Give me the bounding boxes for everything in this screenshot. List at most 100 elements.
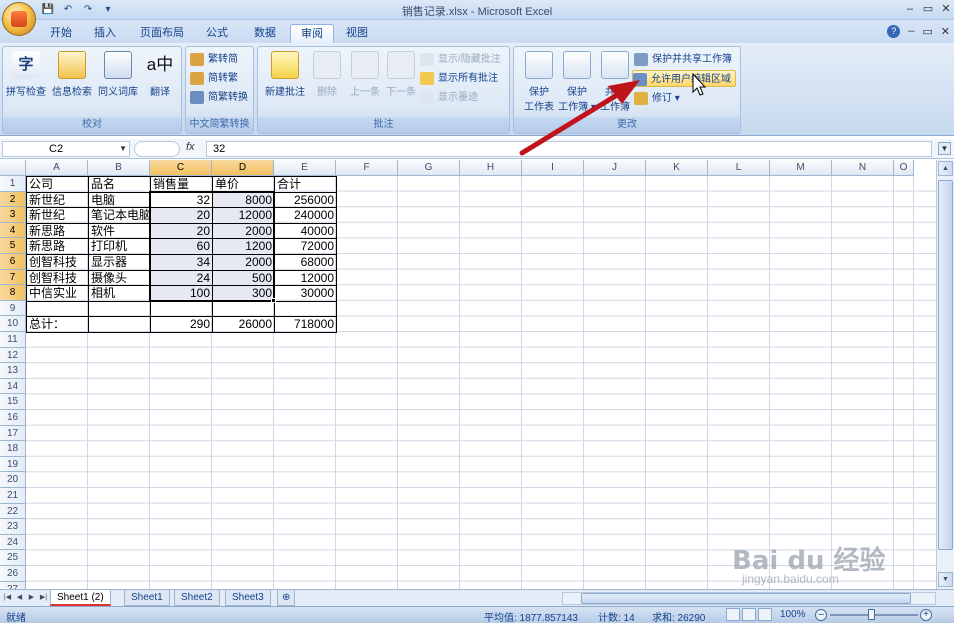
cell-a8[interactable]: 中信实业 xyxy=(26,285,89,302)
cell-c4[interactable]: 20 xyxy=(150,222,213,240)
sheet-tab-sheet1-2[interactable]: Sheet1 (2) xyxy=(50,590,111,606)
last-sheet-icon[interactable]: ▶| xyxy=(38,592,49,604)
cell-a4[interactable]: 新思路 xyxy=(26,222,89,240)
maximize-button[interactable]: ▭ xyxy=(920,0,936,18)
sheet-tab-sheet2[interactable]: Sheet2 xyxy=(174,590,220,606)
cell-d7[interactable]: 500 xyxy=(212,269,275,287)
cell-c6[interactable]: 34 xyxy=(150,254,213,271)
row-header-21[interactable]: 21 xyxy=(0,488,26,504)
cell-b5[interactable]: 打印机 xyxy=(88,238,151,255)
cell-e9[interactable] xyxy=(274,300,337,318)
horizontal-scroll-thumb[interactable] xyxy=(581,593,911,604)
allow-users-edit-ranges-button[interactable]: 允许用户编辑区域 xyxy=(632,70,736,87)
ribbon-minimize-icon[interactable]: – xyxy=(908,25,914,38)
cell-c8[interactable]: 100 xyxy=(150,285,213,302)
cell-e5[interactable]: 72000 xyxy=(274,238,337,255)
row-header-12[interactable]: 12 xyxy=(0,347,26,364)
row-header-6[interactable]: 6 xyxy=(0,254,26,270)
column-header-l[interactable]: L xyxy=(708,160,770,176)
name-box-dropdown-icon[interactable]: ▼ xyxy=(119,142,127,156)
new-comment-button[interactable]: 新建批注 xyxy=(262,51,308,98)
column-header-a[interactable]: A xyxy=(26,160,88,176)
translate-button[interactable]: a中 翻译 xyxy=(137,51,183,98)
show-ink-button[interactable]: 显示墨迹 xyxy=(420,89,478,106)
sheet-tab-sheet1[interactable]: Sheet1 xyxy=(124,590,170,606)
formula-resize-handle[interactable] xyxy=(134,141,180,157)
column-header-m[interactable]: M xyxy=(770,160,832,176)
cell-d10[interactable]: 26000 xyxy=(212,316,275,333)
row-header-10[interactable]: 10 xyxy=(0,316,26,332)
tab-formulas[interactable]: 公式 xyxy=(196,24,238,43)
cell-c3[interactable]: 20 xyxy=(150,207,213,224)
cell-c7[interactable]: 24 xyxy=(150,269,213,287)
row-header-2[interactable]: 2 xyxy=(0,191,26,208)
cell-e8[interactable]: 30000 xyxy=(274,285,337,302)
cell-b1[interactable]: 品名 xyxy=(88,176,151,193)
row-header-7[interactable]: 7 xyxy=(0,269,26,286)
row-header-25[interactable]: 25 xyxy=(0,550,26,566)
row-header-4[interactable]: 4 xyxy=(0,222,26,239)
cell-c10[interactable]: 290 xyxy=(150,316,213,333)
tab-home[interactable]: 开始 xyxy=(40,24,82,43)
column-header-j[interactable]: J xyxy=(584,160,646,176)
chinese-conversion-button[interactable]: 简繁转换 xyxy=(190,89,248,106)
cell-b3[interactable]: 笔记本电脑 xyxy=(88,207,151,224)
row-header-3[interactable]: 3 xyxy=(0,207,26,223)
column-header-h[interactable]: H xyxy=(460,160,522,176)
row-header-13[interactable]: 13 xyxy=(0,363,26,379)
cell-d3[interactable]: 12000 xyxy=(212,207,275,224)
scroll-up-icon[interactable]: ▲ xyxy=(938,161,953,176)
cell-d2[interactable]: 8000 xyxy=(212,191,275,209)
row-header-8[interactable]: 8 xyxy=(0,285,26,301)
show-all-comments-button[interactable]: 显示所有批注 xyxy=(420,70,498,87)
row-header-16[interactable]: 16 xyxy=(0,410,26,426)
column-header-e[interactable]: E xyxy=(274,160,336,176)
zoom-in-icon[interactable]: + xyxy=(920,609,932,621)
protect-share-workbook-button[interactable]: 保护并共享工作簿 xyxy=(634,51,732,68)
column-header-n[interactable]: N xyxy=(832,160,894,176)
row-header-23[interactable]: 23 xyxy=(0,519,26,535)
row-header-14[interactable]: 14 xyxy=(0,378,26,395)
next-comment-button[interactable]: 下一条 xyxy=(378,51,424,98)
column-header-i[interactable]: I xyxy=(522,160,584,176)
tab-data[interactable]: 数据 xyxy=(244,24,286,43)
column-header-k[interactable]: K xyxy=(646,160,708,176)
next-sheet-icon[interactable]: ▶ xyxy=(26,592,37,604)
cell-e3[interactable]: 240000 xyxy=(274,207,337,224)
column-header-b[interactable]: B xyxy=(88,160,150,176)
cell-d9[interactable] xyxy=(212,300,275,318)
horizontal-scrollbar[interactable] xyxy=(562,592,936,605)
worksheet-grid[interactable]: ABCDEFGHIJKLMNO 1 2 3 4 5 6 7 8 9 10 11 12 13 14 15 16 1… xyxy=(0,160,936,589)
row-header-11[interactable]: 11 xyxy=(0,332,26,348)
research-button[interactable]: 信息检索 xyxy=(49,51,95,98)
tab-page-layout[interactable]: 页面布局 xyxy=(130,24,194,43)
cell-d5[interactable]: 1200 xyxy=(212,238,275,255)
minimize-button[interactable]: – xyxy=(902,0,918,18)
ribbon-close-icon[interactable]: ✕ xyxy=(941,25,950,38)
prev-sheet-icon[interactable]: ◀ xyxy=(14,592,25,604)
cell-a1[interactable]: 公司 xyxy=(26,176,89,193)
cell-c5[interactable]: 60 xyxy=(150,238,213,255)
column-header-c[interactable]: C xyxy=(150,160,212,176)
row-header-19[interactable]: 19 xyxy=(0,456,26,473)
cell-d8[interactable]: 300 xyxy=(212,285,275,302)
cell-d6[interactable]: 2000 xyxy=(212,254,275,271)
fill-handle[interactable] xyxy=(271,297,276,303)
cell-d1[interactable]: 单价 xyxy=(212,176,275,193)
expand-formula-bar-icon[interactable]: ▼ xyxy=(938,142,951,155)
cell-e7[interactable]: 12000 xyxy=(274,269,337,287)
cell-a2[interactable]: 新世纪 xyxy=(26,191,89,209)
row-header-1[interactable]: 1 xyxy=(0,176,26,192)
column-header-g[interactable]: G xyxy=(398,160,460,176)
row-header-18[interactable]: 18 xyxy=(0,441,26,457)
tab-view[interactable]: 视图 xyxy=(336,24,378,43)
normal-view-icon[interactable] xyxy=(726,608,740,621)
row-header-15[interactable]: 15 xyxy=(0,394,26,410)
spell-check-button[interactable]: 字 拼写检查 xyxy=(3,51,49,98)
row-header-9[interactable]: 9 xyxy=(0,300,26,317)
simp-to-trad-button[interactable]: 简转繁 xyxy=(190,70,238,87)
name-box[interactable]: C2 ▼ xyxy=(2,141,130,157)
cell-a7[interactable]: 创智科技 xyxy=(26,269,89,287)
zoom-out-icon[interactable]: – xyxy=(815,609,827,621)
tab-insert[interactable]: 插入 xyxy=(84,24,126,43)
